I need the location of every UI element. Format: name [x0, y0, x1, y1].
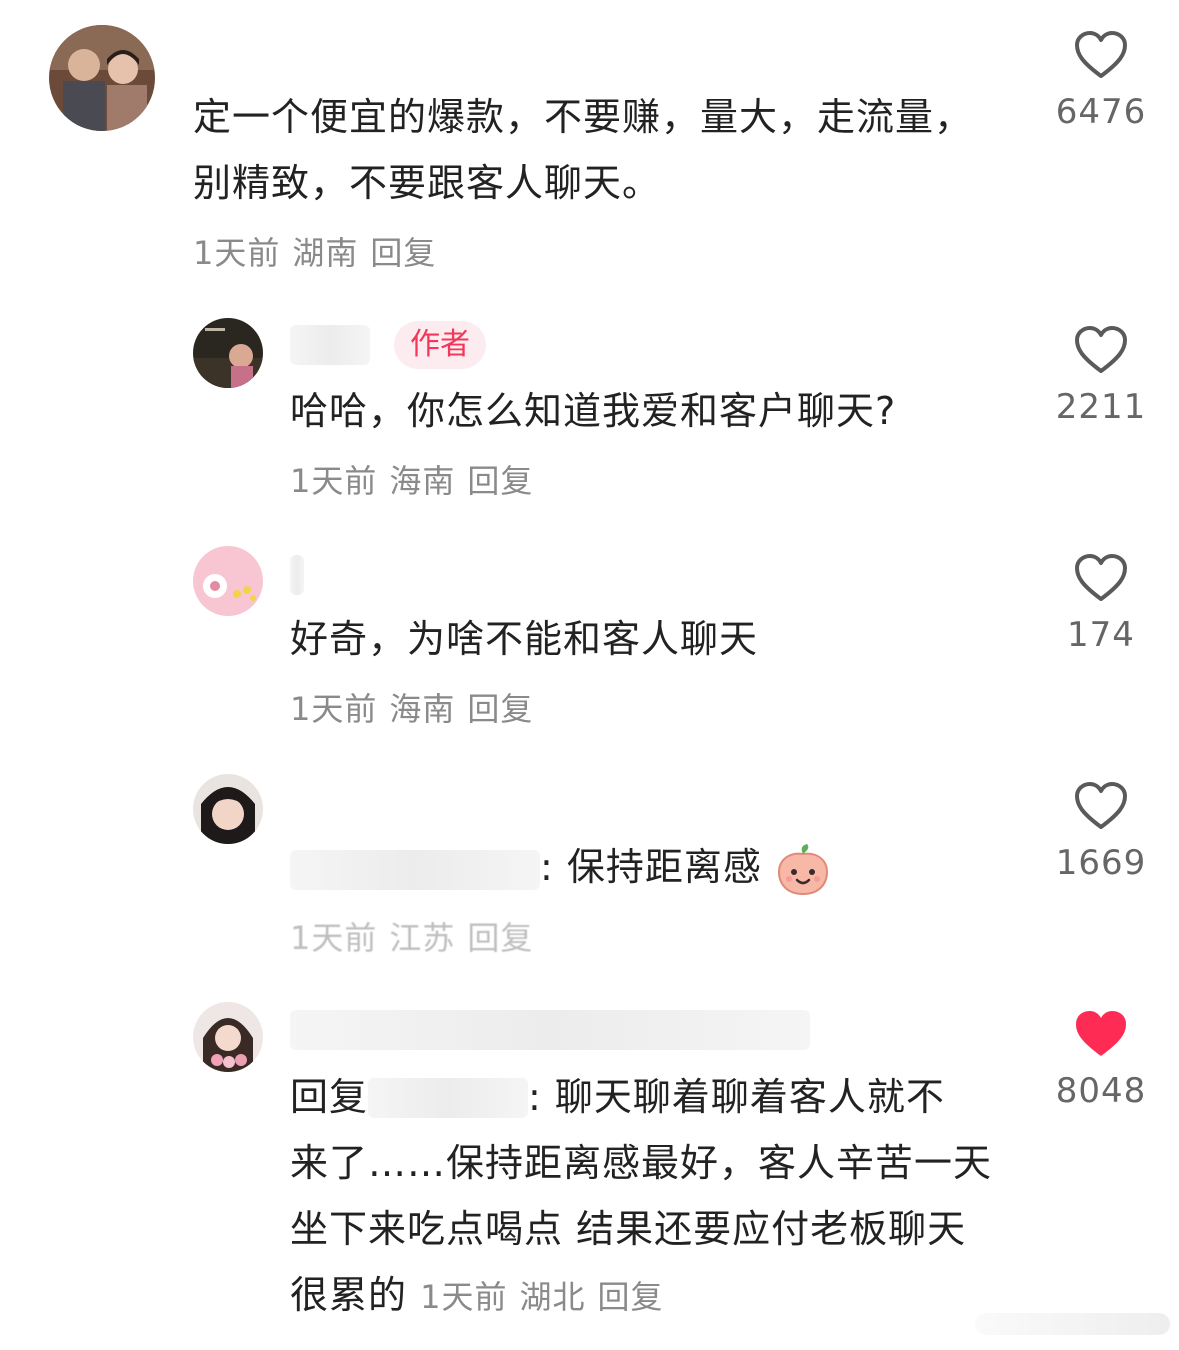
like-count: 8048 [1055, 1071, 1147, 1111]
comment-location: 海南 [389, 690, 456, 728]
like-button[interactable]: 2211 [1046, 325, 1156, 427]
comment-location: 湖北 [519, 1278, 586, 1316]
comment-text: 哈哈，你怎么知道我爱和客户聊天? [290, 389, 897, 433]
mention-redacted [368, 1078, 529, 1118]
like-count: 174 [1067, 615, 1135, 655]
comment-time: 1天前 [290, 919, 378, 957]
username-redacted [290, 1010, 810, 1050]
comment-meta: 1天前 江苏 回复 [290, 918, 545, 958]
avatar[interactable] [193, 546, 263, 616]
heart-outline-icon [1075, 326, 1127, 373]
like-count: 1669 [1055, 843, 1147, 883]
avatar[interactable] [193, 774, 263, 844]
peach-smile-emoji-icon [777, 843, 828, 895]
scroll-indicator [975, 1313, 1170, 1335]
username-redacted [290, 850, 540, 890]
avatar[interactable] [49, 25, 155, 131]
reply-button[interactable]: 回复 [467, 690, 533, 728]
comment-text-line1: : 聊天聊着聊着客人就不 [528, 1075, 945, 1119]
comment-text: : 保持距离感 [540, 834, 831, 900]
reply-button[interactable]: 回复 [370, 234, 436, 272]
avatar[interactable] [193, 1002, 263, 1072]
like-count: 6476 [1055, 92, 1147, 132]
heart-outline-icon [1075, 31, 1127, 78]
like-button[interactable]: 174 [1046, 553, 1156, 655]
reply-button[interactable]: 回复 [467, 462, 533, 500]
heart-outline-icon [1075, 554, 1127, 601]
comment-location: 湖南 [292, 234, 359, 272]
username-redacted [290, 555, 304, 595]
username-redacted [290, 325, 370, 365]
comment-text-continued: 来了……保持距离感最好，客人辛苦一天坐下来吃点喝点 结果还要应付老板聊天 很累的… [290, 1130, 1010, 1328]
comment-text: 定一个便宜的爆款，不要赚，量大，走流量，别精致，不要跟客人聊天。 [193, 95, 974, 205]
like-button[interactable]: 6476 [1046, 30, 1156, 132]
reply-button[interactable]: 回复 [598, 1278, 664, 1316]
comment-time: 1天前 [290, 690, 378, 728]
reply-prefix: 回复 [290, 1075, 369, 1119]
like-button[interactable]: 8048 [1046, 1009, 1156, 1111]
comment-meta: 1天前 海南 回复 [290, 689, 545, 729]
comment-time: 1天前 [193, 234, 281, 272]
comment-text-body: : 保持距离感 [540, 845, 762, 889]
comment-location: 江苏 [389, 919, 456, 957]
reply-button[interactable]: 回复 [467, 919, 533, 957]
author-badge: 作者 [394, 321, 486, 369]
comment-time: 1天前 [290, 462, 378, 500]
comment-meta: 1天前 湖南 回复 [193, 233, 448, 273]
heart-filled-icon [1076, 1011, 1126, 1056]
heart-outline-icon [1075, 782, 1127, 829]
like-count: 2211 [1055, 387, 1147, 427]
comment-location: 海南 [389, 462, 456, 500]
comment-time: 1天前 [420, 1278, 508, 1316]
comment-text: 好奇，为啥不能和客人聊天 [290, 617, 759, 661]
comment-meta: 1天前 海南 回复 [290, 461, 545, 501]
like-button[interactable]: 1669 [1046, 781, 1156, 883]
comment-meta: 1天前 湖北 回复 [420, 1278, 675, 1316]
avatar[interactable] [193, 318, 263, 388]
comment-text: 回复 : 聊天聊着聊着客人就不 [290, 1064, 1010, 1130]
